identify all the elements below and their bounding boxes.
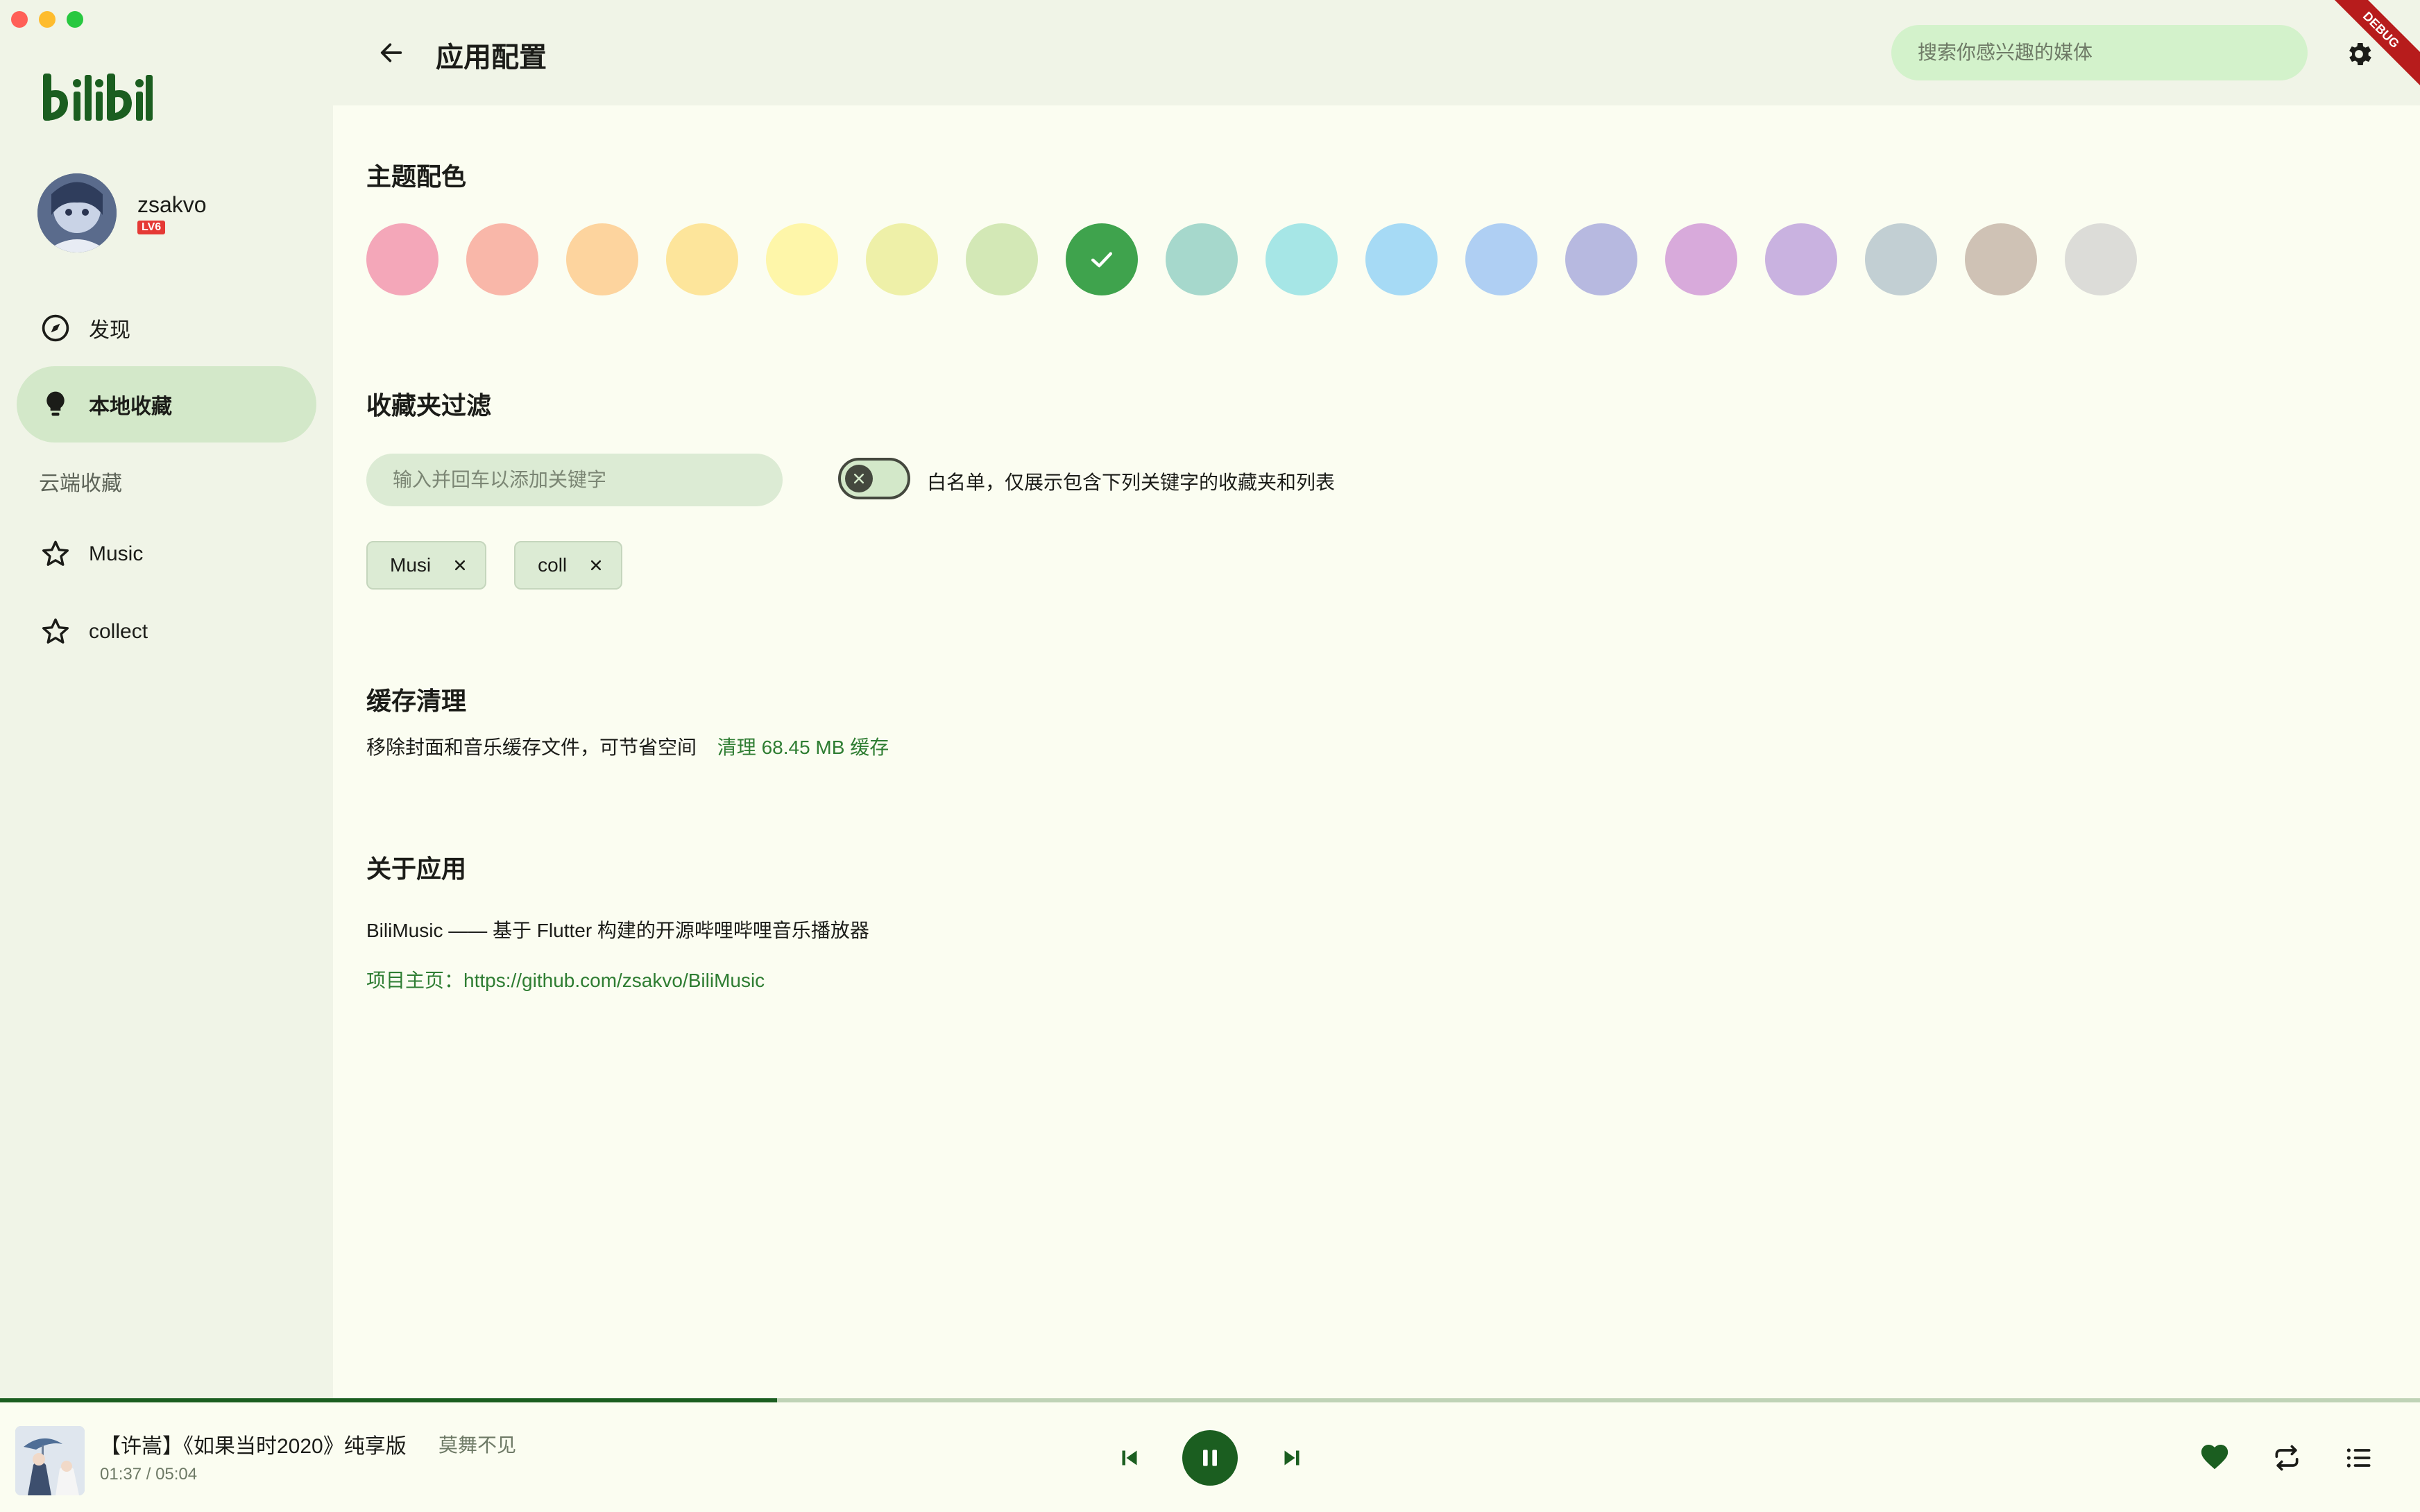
repeat-button[interactable] xyxy=(2269,1440,2305,1476)
like-button[interactable] xyxy=(2197,1440,2233,1476)
bulb-icon xyxy=(39,388,72,421)
playlist-button[interactable] xyxy=(2341,1440,2377,1476)
close-window-button[interactable] xyxy=(11,11,28,28)
level-badge: LV6 xyxy=(137,220,166,234)
homepage-row: 项目主页：https://github.com/zsakvo/BiliMusic xyxy=(366,965,765,993)
sidebar-item-label: Music xyxy=(89,542,144,565)
zoom-window-button[interactable] xyxy=(67,11,83,28)
sidebar-item-discover[interactable]: 发现 xyxy=(17,290,316,366)
star-icon xyxy=(39,538,72,571)
sidebar-item-music[interactable]: Music xyxy=(17,516,316,592)
compass-icon xyxy=(39,311,72,345)
search-input[interactable] xyxy=(1916,41,2280,65)
keyword-input-field[interactable] xyxy=(366,454,783,506)
keyword-input[interactable] xyxy=(391,468,769,492)
theme-color-swatch[interactable] xyxy=(366,223,438,295)
settings-button[interactable] xyxy=(2340,35,2378,74)
minimize-window-button[interactable] xyxy=(39,11,56,28)
theme-color-swatch[interactable] xyxy=(566,223,638,295)
player-bar: 【许嵩】《如果当时2020》纯享版 莫舞不见 01:37 / 05:04 xyxy=(0,1402,2420,1512)
cache-section-title: 缓存清理 xyxy=(366,687,467,715)
previous-button[interactable] xyxy=(1113,1441,1146,1475)
page-title: 应用配置 xyxy=(436,42,547,73)
theme-color-swatch[interactable] xyxy=(1865,223,1937,295)
repeat-icon xyxy=(2275,1445,2299,1471)
close-icon xyxy=(845,465,873,492)
sidebar-item-label: 本地收藏 xyxy=(89,395,172,418)
track-title: 【许嵩】《如果当时2020》纯享版 xyxy=(100,1435,407,1458)
app-window: zsakvo LV6 发现 本地收藏 云端收藏 Music collect 应用… xyxy=(0,0,2420,1512)
skip-next-icon xyxy=(1284,1450,1300,1466)
whitelist-toggle[interactable] xyxy=(838,458,910,499)
window-controls xyxy=(11,11,83,28)
theme-color-swatch[interactable] xyxy=(1565,223,1637,295)
theme-color-swatch[interactable] xyxy=(1066,223,1138,295)
theme-color-swatch[interactable] xyxy=(1765,223,1837,295)
theme-color-swatch[interactable] xyxy=(766,223,838,295)
star-icon xyxy=(39,615,72,648)
cache-desc-text: 移除封面和音乐缓存文件，可节省空间 xyxy=(366,737,697,758)
username: zsakvo xyxy=(137,191,207,217)
play-pause-button[interactable] xyxy=(1182,1430,1238,1486)
list-icon xyxy=(2346,1448,2371,1468)
check-icon xyxy=(1091,252,1113,268)
theme-color-swatch[interactable] xyxy=(1166,223,1238,295)
gear-icon xyxy=(2349,43,2371,65)
cloud-favorites-label: 云端收藏 xyxy=(39,472,122,495)
theme-color-swatch[interactable] xyxy=(1365,223,1438,295)
chip-label: coll xyxy=(538,554,568,576)
user-profile[interactable]: zsakvo LV6 xyxy=(37,173,207,252)
about-section-title: 关于应用 xyxy=(366,854,467,883)
top-bar: 应用配置 xyxy=(333,0,2420,105)
track-artist: 莫舞不见 xyxy=(438,1434,517,1456)
track-time: 01:37 / 05:04 xyxy=(100,1465,198,1484)
theme-color-swatch[interactable] xyxy=(666,223,738,295)
homepage-prefix: 项目主页： xyxy=(366,970,464,991)
chip-label: Musi xyxy=(390,554,432,576)
filter-section-title: 收藏夹过滤 xyxy=(366,391,492,420)
sidebar-item-collect[interactable]: collect xyxy=(17,594,316,670)
keyword-chip: Musi xyxy=(366,541,487,590)
theme-color-swatch[interactable] xyxy=(1665,223,1737,295)
skip-previous-icon xyxy=(1122,1450,1137,1466)
theme-color-swatch[interactable] xyxy=(1266,223,1338,295)
sidebar-item-local-favorites[interactable]: 本地收藏 xyxy=(17,366,316,443)
theme-color-swatch[interactable] xyxy=(866,223,938,295)
avatar[interactable] xyxy=(37,173,117,252)
sidebar-item-label: 发现 xyxy=(89,319,130,342)
keyword-chips: Musi coll xyxy=(366,541,623,590)
pause-icon xyxy=(1203,1450,1217,1466)
theme-color-picker xyxy=(366,223,2137,295)
theme-color-swatch[interactable] xyxy=(2065,223,2137,295)
back-button[interactable] xyxy=(372,33,411,72)
about-description: BiliMusic —— 基于 Flutter 构建的开源哔哩哔哩音乐播放器 xyxy=(366,920,869,941)
heart-icon xyxy=(2201,1445,2229,1470)
remove-chip-icon[interactable] xyxy=(452,557,468,574)
keyword-chip: coll xyxy=(514,541,623,590)
next-button[interactable] xyxy=(1275,1441,1309,1475)
theme-color-swatch[interactable] xyxy=(1465,223,1537,295)
homepage-link[interactable]: https://github.com/zsakvo/BiliMusic xyxy=(463,970,765,991)
sidebar: zsakvo LV6 发现 本地收藏 云端收藏 Music collect xyxy=(0,0,333,1398)
cache-description: 移除封面和音乐缓存文件，可节省空间 清理 68.45 MB 缓存 xyxy=(366,732,889,760)
theme-color-swatch[interactable] xyxy=(966,223,1038,295)
sidebar-item-label: collect xyxy=(89,620,148,643)
album-cover[interactable] xyxy=(15,1426,85,1495)
whitelist-label: 白名单，仅展示包含下列关键字的收藏夹和列表 xyxy=(927,472,1336,493)
arrow-left-icon xyxy=(380,43,402,62)
search-bar[interactable] xyxy=(1891,25,2308,80)
clear-cache-link[interactable]: 清理 68.45 MB 缓存 xyxy=(717,737,889,758)
remove-chip-icon[interactable] xyxy=(588,557,604,574)
theme-color-swatch[interactable] xyxy=(466,223,538,295)
bilibili-logo xyxy=(39,68,157,128)
theme-section-title: 主题配色 xyxy=(366,162,467,191)
theme-color-swatch[interactable] xyxy=(1965,223,2037,295)
